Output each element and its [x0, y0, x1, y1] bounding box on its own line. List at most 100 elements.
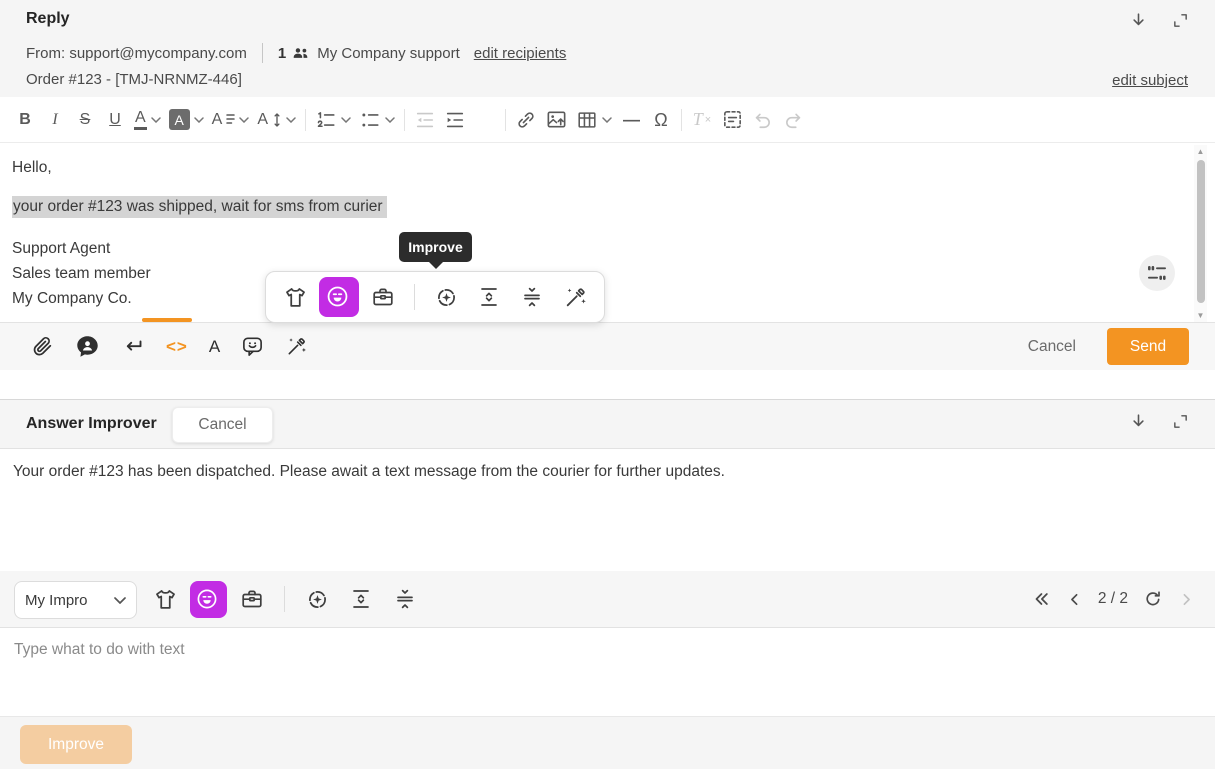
- tone-professional-button[interactable]: [364, 278, 402, 316]
- toolbar-divider: [414, 284, 415, 310]
- improver-input-area: [0, 628, 1215, 716]
- edit-subject-link[interactable]: edit subject: [1112, 72, 1188, 89]
- paperclip-icon: [31, 335, 54, 358]
- ai-selection-toolbar: [265, 271, 605, 323]
- canned-responses-button[interactable]: [75, 334, 100, 359]
- highlight-color-button[interactable]: A: [165, 103, 208, 137]
- scrollbar-down-arrow[interactable]: ▼: [1194, 311, 1207, 320]
- improve-text-button[interactable]: [427, 278, 465, 316]
- special-characters-button[interactable]: Ω: [646, 103, 676, 137]
- font-color-icon: A: [134, 110, 147, 130]
- numbered-list-button[interactable]: [311, 103, 355, 137]
- undo-button[interactable]: [748, 103, 778, 137]
- tone-casual-button[interactable]: [146, 580, 184, 618]
- underline-button[interactable]: U: [100, 103, 130, 137]
- outdent-button[interactable]: [410, 103, 440, 137]
- recipient-group-name: My Company support: [317, 45, 460, 62]
- expand-text-button[interactable]: [470, 278, 508, 316]
- shorten-text-button[interactable]: [386, 580, 424, 618]
- insert-image-button[interactable]: [541, 103, 572, 137]
- signature-line: Support Agent: [12, 236, 1203, 261]
- chevron-down-icon: [194, 117, 204, 123]
- toolbar-divider: [505, 109, 506, 131]
- horizontal-rule-button[interactable]: —: [616, 103, 646, 137]
- font-family-button[interactable]: A: [208, 103, 254, 137]
- bullet-list-button[interactable]: [355, 103, 399, 137]
- arrow-down-icon: [1129, 412, 1148, 431]
- clear-formatting-icon: T: [693, 109, 703, 130]
- toolbar-divider: [305, 109, 306, 131]
- source-code-button[interactable]: <>: [166, 337, 188, 357]
- tshirt-icon: [153, 587, 178, 612]
- ai-chat-assistant-button[interactable]: [241, 335, 264, 358]
- chevron-down-icon: [602, 117, 612, 123]
- quoted-text-toggle-button[interactable]: [1139, 255, 1175, 291]
- previous-page-button[interactable]: [1066, 591, 1083, 608]
- send-button[interactable]: Send: [1107, 328, 1189, 365]
- briefcase-icon: [371, 285, 395, 309]
- shorten-text-button[interactable]: [513, 278, 551, 316]
- preset-dropdown-value: My Impro: [25, 592, 114, 609]
- tone-friendly-button[interactable]: [190, 581, 227, 618]
- answer-improver-panel: Answer Improver Cancel Your order #123 h…: [0, 399, 1215, 769]
- edit-recipients-link[interactable]: edit recipients: [474, 45, 567, 62]
- chevron-down-icon: [151, 117, 161, 123]
- select-all-button[interactable]: [717, 103, 748, 137]
- bold-button[interactable]: B: [10, 103, 40, 137]
- blockquote-icon: “: [476, 112, 493, 128]
- scrollbar-up-arrow[interactable]: ▲: [1194, 147, 1207, 156]
- insert-link-button[interactable]: [511, 103, 541, 137]
- expand-corners-icon: [1172, 413, 1189, 430]
- code-icon: <>: [166, 337, 188, 357]
- editor-scrollbar[interactable]: ▲ ▼: [1194, 145, 1207, 322]
- instruction-input[interactable]: [0, 628, 1215, 716]
- next-page-button[interactable]: [1178, 591, 1195, 608]
- toolbar-divider: [404, 109, 405, 131]
- improver-title: Answer Improver: [26, 415, 157, 433]
- blockquote-button[interactable]: “: [470, 103, 500, 137]
- ai-improve-button[interactable]: [285, 335, 308, 358]
- improve-icon: [305, 587, 330, 612]
- first-page-button[interactable]: [1031, 590, 1051, 608]
- clear-formatting-button[interactable]: T×: [687, 103, 717, 137]
- attach-file-button[interactable]: [31, 335, 54, 358]
- improve-text-button[interactable]: [298, 580, 336, 618]
- briefcase-icon: [240, 587, 264, 611]
- font-color-button[interactable]: A: [130, 103, 165, 137]
- preset-dropdown[interactable]: My Impro: [14, 581, 137, 619]
- improve-tooltip: Improve: [399, 232, 472, 262]
- cancel-reply-button[interactable]: Cancel: [1022, 337, 1082, 357]
- shorten-text-icon: [393, 587, 417, 611]
- reply-body-editor[interactable]: Hello, your order #123 was shipped, wait…: [0, 143, 1215, 322]
- expand-text-button[interactable]: [342, 580, 380, 618]
- insert-reply-button[interactable]: [121, 335, 145, 359]
- improve-submit-button[interactable]: Improve: [20, 725, 132, 764]
- signature-line: Sales team member: [12, 261, 1203, 286]
- tone-casual-button[interactable]: [276, 278, 314, 316]
- link-icon: [515, 109, 537, 131]
- improve-icon: [434, 285, 459, 310]
- improver-expand-button[interactable]: [1172, 413, 1189, 430]
- magic-rewrite-button[interactable]: [556, 278, 594, 316]
- strikethrough-button[interactable]: S: [70, 103, 100, 137]
- improver-collapse-button[interactable]: [1129, 412, 1148, 431]
- regenerate-button[interactable]: [1143, 589, 1163, 609]
- chat-person-icon: [75, 334, 100, 359]
- scrollbar-thumb[interactable]: [1197, 160, 1205, 303]
- redo-button[interactable]: [778, 103, 808, 137]
- horizontal-rule-icon: —: [623, 111, 639, 128]
- improver-cancel-button[interactable]: Cancel: [172, 407, 273, 443]
- collapse-panel-button[interactable]: [1129, 11, 1148, 30]
- italic-button[interactable]: I: [40, 103, 70, 137]
- expand-panel-button[interactable]: [1172, 12, 1189, 29]
- chevron-down-icon: [114, 597, 126, 604]
- tone-friendly-button[interactable]: [319, 277, 359, 317]
- omega-icon: Ω: [654, 111, 667, 129]
- insert-table-button[interactable]: [572, 103, 616, 137]
- font-size-button[interactable]: A: [253, 103, 300, 137]
- tone-professional-button[interactable]: [233, 580, 271, 618]
- text-format-button[interactable]: A: [209, 338, 220, 355]
- header-divider: [262, 43, 263, 63]
- indent-button[interactable]: [440, 103, 470, 137]
- from-email: support@mycompany.com: [69, 45, 247, 62]
